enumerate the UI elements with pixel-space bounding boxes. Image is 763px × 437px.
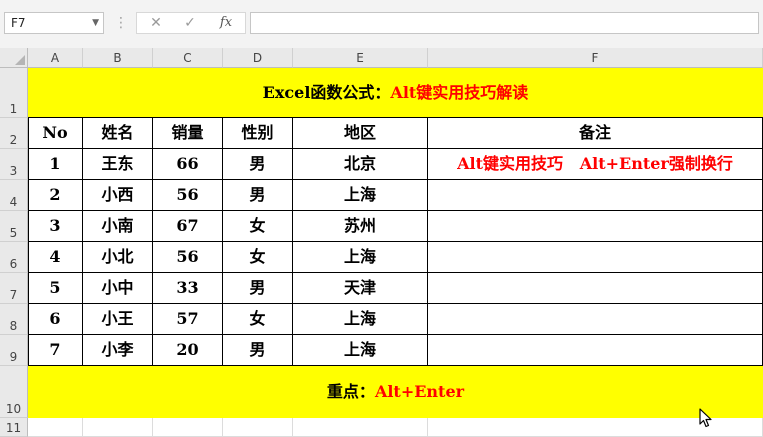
name-box[interactable]: F7 ▼	[4, 12, 104, 34]
column-header-f[interactable]: F	[428, 48, 763, 68]
header-name[interactable]: 姓名	[83, 118, 153, 149]
row-header-2[interactable]: 2	[0, 118, 28, 149]
column-header-b[interactable]: B	[83, 48, 153, 68]
formula-input[interactable]	[250, 12, 759, 34]
header-sales[interactable]: 销量	[153, 118, 223, 149]
cell-gender[interactable]: 女	[223, 211, 293, 242]
empty-cell[interactable]	[293, 418, 428, 437]
cell-note[interactable]	[428, 273, 763, 304]
cell-gender[interactable]: 女	[223, 242, 293, 273]
more-options-icon: ⋮	[114, 15, 128, 31]
cell-name[interactable]: 小中	[83, 273, 153, 304]
select-all-corner[interactable]	[0, 48, 28, 68]
row-header-7[interactable]: 7	[0, 273, 28, 304]
name-box-value: F7	[11, 16, 26, 30]
title-banner[interactable]: Excel函数公式：Alt键实用技巧解读	[28, 68, 763, 118]
footer-highlight: Alt+Enter	[374, 382, 465, 401]
cell-note[interactable]	[428, 242, 763, 273]
cell-name[interactable]: 小西	[83, 180, 153, 211]
cell-note[interactable]	[428, 335, 763, 366]
cell-name[interactable]: 王东	[83, 149, 153, 180]
row-header-5[interactable]: 5	[0, 211, 28, 242]
row-header-6[interactable]: 6	[0, 242, 28, 273]
cell-gender[interactable]: 男	[223, 335, 293, 366]
chevron-down-icon[interactable]: ▼	[92, 13, 99, 33]
cell-region[interactable]: 天津	[293, 273, 428, 304]
cell-name[interactable]: 小北	[83, 242, 153, 273]
cell-name[interactable]: 小王	[83, 304, 153, 335]
cell-no[interactable]: 6	[28, 304, 83, 335]
column-header-a[interactable]: A	[28, 48, 83, 68]
cell-region[interactable]: 上海	[293, 335, 428, 366]
row-header-10[interactable]: 10	[0, 366, 28, 418]
cancel-icon[interactable]: ✕	[141, 13, 171, 33]
cell-note[interactable]: Alt键实用技巧 Alt+Enter强制换行	[428, 149, 763, 180]
cell-region[interactable]: 上海	[293, 242, 428, 273]
column-header-c[interactable]: C	[153, 48, 223, 68]
empty-cell[interactable]	[153, 418, 223, 437]
column-header-e[interactable]: E	[293, 48, 428, 68]
empty-cell[interactable]	[83, 418, 153, 437]
cell-sales[interactable]: 20	[153, 335, 223, 366]
formula-buttons: ✕ ✓ fx	[136, 12, 246, 34]
cell-note[interactable]	[428, 211, 763, 242]
cell-gender[interactable]: 男	[223, 180, 293, 211]
cell-gender[interactable]: 女	[223, 304, 293, 335]
cell-sales[interactable]: 33	[153, 273, 223, 304]
empty-cell[interactable]	[223, 418, 293, 437]
header-note[interactable]: 备注	[428, 118, 763, 149]
cell-no[interactable]: 5	[28, 273, 83, 304]
footer-banner[interactable]: 重点：Alt+Enter	[28, 366, 763, 418]
header-region[interactable]: 地区	[293, 118, 428, 149]
cell-no[interactable]: 4	[28, 242, 83, 273]
title-highlight: Alt键实用技巧解读	[390, 83, 529, 102]
row-header-11[interactable]: 11	[0, 418, 28, 437]
cell-sales[interactable]: 56	[153, 180, 223, 211]
cell-no[interactable]: 1	[28, 149, 83, 180]
title-prefix: Excel函数公式：	[262, 83, 391, 102]
cell-sales[interactable]: 57	[153, 304, 223, 335]
cell-note[interactable]	[428, 304, 763, 335]
formula-bar: F7 ▼ ⋮ ✕ ✓ fx	[0, 0, 763, 49]
cell-region[interactable]: 北京	[293, 149, 428, 180]
cell-no[interactable]: 7	[28, 335, 83, 366]
insert-function-icon[interactable]: fx	[211, 13, 241, 33]
mouse-pointer-icon	[699, 408, 712, 428]
cell-sales[interactable]: 56	[153, 242, 223, 273]
cell-note[interactable]	[428, 180, 763, 211]
row-header-9[interactable]: 9	[0, 335, 28, 366]
row-header-8[interactable]: 8	[0, 304, 28, 335]
cell-name[interactable]: 小南	[83, 211, 153, 242]
cell-sales[interactable]: 67	[153, 211, 223, 242]
cell-no[interactable]: 3	[28, 211, 83, 242]
cell-no[interactable]: 2	[28, 180, 83, 211]
footer-prefix: 重点：	[326, 382, 375, 401]
empty-cell[interactable]	[28, 418, 83, 437]
cell-name[interactable]: 小李	[83, 335, 153, 366]
row-header-1[interactable]: 1	[0, 68, 28, 118]
select-all-icon	[15, 55, 25, 65]
header-gender[interactable]: 性别	[223, 118, 293, 149]
row-header-4[interactable]: 4	[0, 180, 28, 211]
cell-sales[interactable]: 66	[153, 149, 223, 180]
column-header-d[interactable]: D	[223, 48, 293, 68]
cell-gender[interactable]: 男	[223, 149, 293, 180]
header-no[interactable]: No	[28, 118, 83, 149]
row-header-3[interactable]: 3	[0, 149, 28, 180]
cell-region[interactable]: 上海	[293, 180, 428, 211]
checkmark-icon[interactable]: ✓	[175, 13, 205, 33]
cell-gender[interactable]: 男	[223, 273, 293, 304]
cell-region[interactable]: 苏州	[293, 211, 428, 242]
cell-region[interactable]: 上海	[293, 304, 428, 335]
